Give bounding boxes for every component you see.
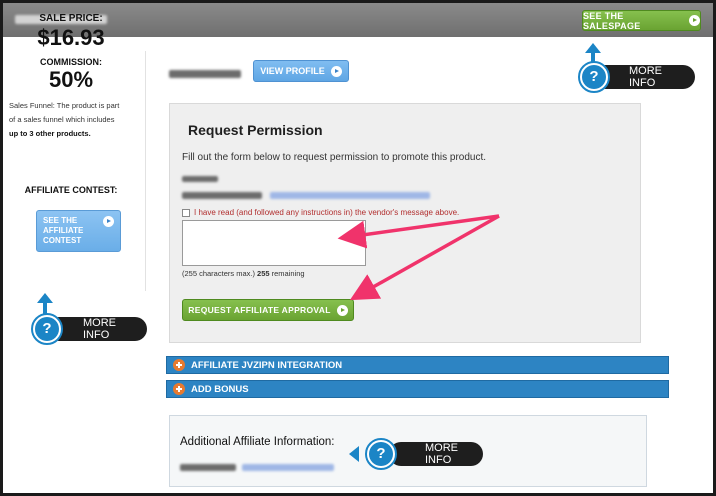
- page-frame: SEE THE SALESPAGE SALE PRICE: $16.93 COM…: [0, 0, 716, 496]
- annotation-arrows: [337, 214, 500, 301]
- annotation-arrow-to-textarea: [337, 214, 500, 249]
- annotation-arrow-to-approval: [349, 214, 500, 301]
